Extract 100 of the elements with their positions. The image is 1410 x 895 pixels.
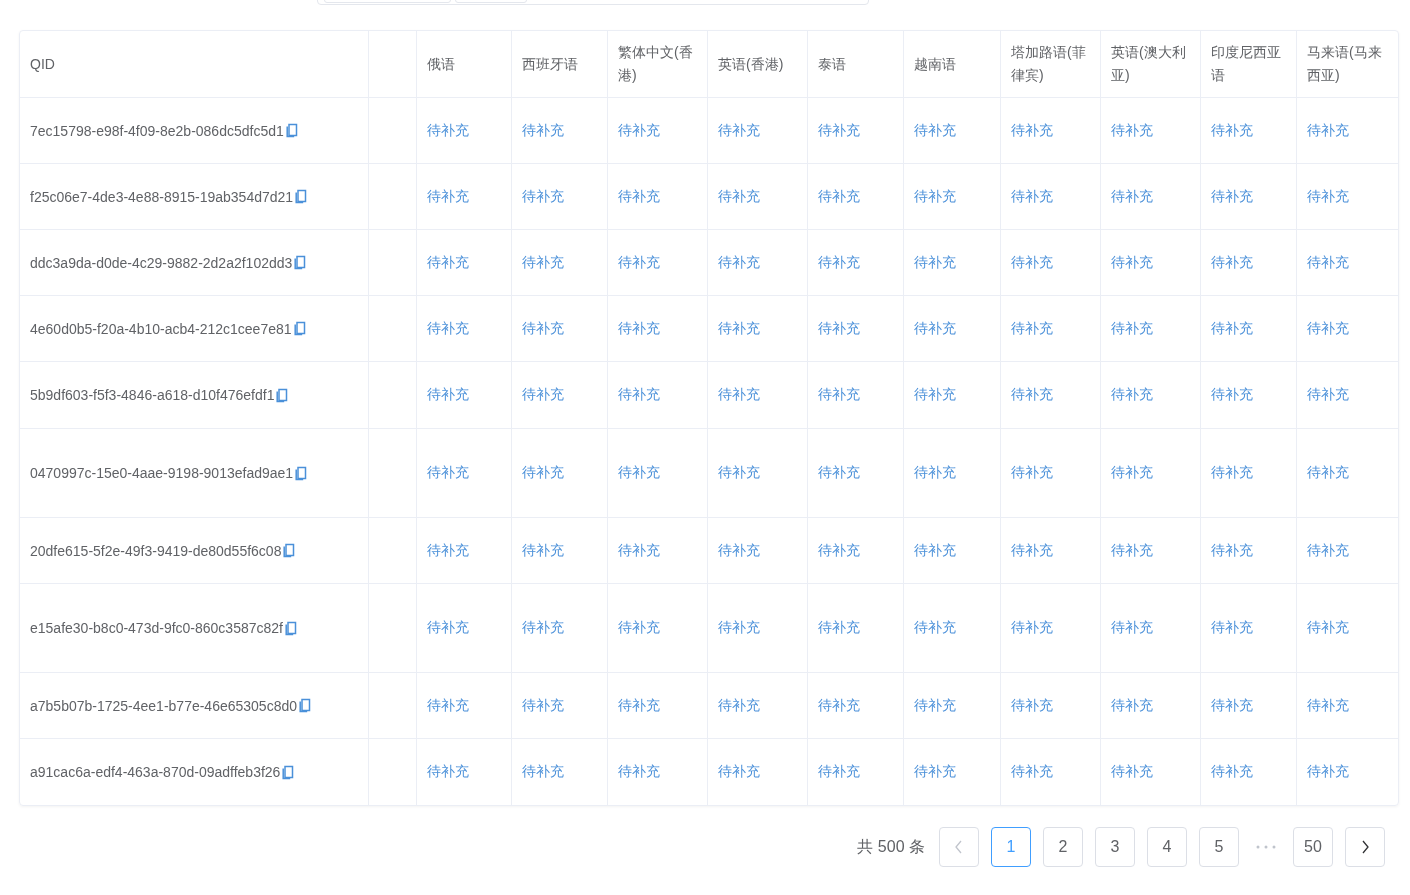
fill-in-link[interactable]: 待补充 [1307, 253, 1349, 272]
page-button[interactable]: 4 [1147, 827, 1187, 867]
fill-in-link[interactable]: 待补充 [914, 619, 956, 637]
fill-in-link[interactable]: 待补充 [1211, 696, 1253, 715]
fill-in-link[interactable]: 待补充 [618, 541, 660, 560]
fill-in-link[interactable]: 待补充 [618, 319, 660, 338]
fill-in-link[interactable]: 待补充 [1307, 386, 1349, 404]
fill-in-link[interactable]: 待补充 [1011, 319, 1053, 338]
fill-in-link[interactable]: 待补充 [1307, 187, 1349, 206]
fill-in-link[interactable]: 待补充 [914, 386, 956, 404]
fill-in-link[interactable]: 待补充 [818, 319, 860, 338]
copy-icon[interactable] [295, 189, 308, 204]
fill-in-link[interactable]: 待补充 [618, 464, 660, 482]
copy-icon[interactable] [294, 255, 307, 270]
fill-in-link[interactable]: 待补充 [522, 763, 564, 781]
fill-in-link[interactable]: 待补充 [1111, 541, 1153, 560]
fill-in-link[interactable]: 待补充 [818, 386, 860, 404]
fill-in-link[interactable]: 待补充 [1211, 464, 1253, 482]
fill-in-link[interactable]: 待补充 [718, 319, 760, 338]
fill-in-link[interactable]: 待补充 [427, 619, 469, 637]
fill-in-link[interactable]: 待补充 [914, 541, 956, 560]
page-button[interactable]: 3 [1095, 827, 1135, 867]
fill-in-link[interactable]: 待补充 [427, 319, 469, 338]
fill-in-link[interactable]: 待补充 [914, 121, 956, 140]
fill-in-link[interactable]: 待补充 [718, 121, 760, 140]
fill-in-link[interactable]: 待补充 [618, 187, 660, 206]
fill-in-link[interactable]: 待补充 [522, 253, 564, 272]
fill-in-link[interactable]: 待补充 [1011, 763, 1053, 781]
fill-in-link[interactable]: 待补充 [914, 464, 956, 482]
fill-in-link[interactable]: 待补充 [1307, 619, 1349, 637]
page-button[interactable]: 50 [1293, 827, 1333, 867]
fill-in-link[interactable]: 待补充 [818, 541, 860, 560]
fill-in-link[interactable]: 待补充 [522, 187, 564, 206]
fill-in-link[interactable]: 待补充 [1111, 464, 1153, 482]
fill-in-link[interactable]: 待补充 [618, 696, 660, 715]
copy-icon[interactable] [299, 698, 312, 713]
fill-in-link[interactable]: 待补充 [618, 253, 660, 272]
copy-icon[interactable] [282, 764, 295, 780]
fill-in-link[interactable]: 待补充 [618, 121, 660, 140]
fill-in-link[interactable]: 待补充 [427, 386, 469, 404]
fill-in-link[interactable]: 待补充 [818, 464, 860, 482]
fill-in-link[interactable]: 待补充 [1211, 763, 1253, 781]
fill-in-link[interactable]: 待补充 [818, 121, 860, 140]
fill-in-link[interactable]: 待补充 [522, 319, 564, 338]
page-button[interactable]: 5 [1199, 827, 1239, 867]
fill-in-link[interactable]: 待补充 [818, 187, 860, 206]
fill-in-link[interactable]: 待补充 [914, 696, 956, 715]
fill-in-link[interactable]: 待补充 [1011, 619, 1053, 637]
fill-in-link[interactable]: 待补充 [818, 696, 860, 715]
fill-in-link[interactable]: 待补充 [618, 619, 660, 637]
fill-in-link[interactable]: 待补充 [427, 253, 469, 272]
fill-in-link[interactable]: 待补充 [914, 187, 956, 206]
fill-in-link[interactable]: 待补充 [1307, 763, 1349, 781]
fill-in-link[interactable]: 待补充 [914, 319, 956, 338]
fill-in-link[interactable]: 待补充 [1211, 541, 1253, 560]
fill-in-link[interactable]: 待补充 [1111, 619, 1153, 637]
fill-in-link[interactable]: 待补充 [522, 541, 564, 560]
copy-icon[interactable] [285, 620, 297, 636]
fill-in-link[interactable]: 待补充 [818, 619, 860, 637]
fill-in-link[interactable]: 待补充 [522, 386, 564, 404]
copy-icon[interactable] [276, 387, 289, 403]
fill-in-link[interactable]: 待补充 [1211, 319, 1253, 338]
fill-in-link[interactable]: 待补充 [1011, 187, 1053, 206]
fill-in-link[interactable]: 待补充 [1011, 121, 1053, 140]
fill-in-link[interactable]: 待补充 [718, 464, 760, 482]
page-button[interactable]: 2 [1043, 827, 1083, 867]
fill-in-link[interactable]: 待补充 [427, 187, 469, 206]
copy-icon[interactable] [293, 321, 306, 336]
fill-in-link[interactable]: 待补充 [1307, 696, 1349, 715]
fill-in-link[interactable]: 待补充 [1111, 696, 1153, 715]
fill-in-link[interactable]: 待补充 [1211, 253, 1253, 272]
page-button[interactable]: 1 [991, 827, 1031, 867]
fill-in-link[interactable]: 待补充 [718, 187, 760, 206]
fill-in-link[interactable]: 待补充 [1111, 319, 1153, 338]
fill-in-link[interactable]: 待补充 [718, 696, 760, 715]
fill-in-link[interactable]: 待补充 [914, 253, 956, 272]
fill-in-link[interactable]: 待补充 [1011, 386, 1053, 404]
fill-in-link[interactable]: 待补充 [1211, 619, 1253, 637]
copy-icon[interactable] [285, 123, 298, 138]
fill-in-link[interactable]: 待补充 [522, 696, 564, 715]
fill-in-link[interactable]: 待补充 [718, 253, 760, 272]
fill-in-link[interactable]: 待补充 [1111, 121, 1153, 140]
fill-in-link[interactable]: 待补充 [1307, 541, 1349, 560]
fill-in-link[interactable]: 待补充 [618, 763, 660, 781]
copy-icon[interactable] [295, 465, 308, 481]
fill-in-link[interactable]: 待补充 [718, 541, 760, 560]
fill-in-link[interactable]: 待补充 [718, 619, 760, 637]
fill-in-link[interactable]: 待补充 [914, 763, 956, 781]
fill-in-link[interactable]: 待补充 [818, 763, 860, 781]
fill-in-link[interactable]: 待补充 [427, 464, 469, 482]
fill-in-link[interactable]: 待补充 [1011, 696, 1053, 715]
fill-in-link[interactable]: 待补充 [1011, 253, 1053, 272]
fill-in-link[interactable]: 待补充 [1307, 464, 1349, 482]
fill-in-link[interactable]: 待补充 [1111, 187, 1153, 206]
fill-in-link[interactable]: 待补充 [1307, 319, 1349, 338]
fill-in-link[interactable]: 待补充 [1111, 763, 1153, 781]
copy-icon[interactable] [283, 543, 296, 558]
fill-in-link[interactable]: 待补充 [718, 386, 760, 404]
fill-in-link[interactable]: 待补充 [1211, 386, 1253, 404]
fill-in-link[interactable]: 待补充 [1011, 464, 1053, 482]
